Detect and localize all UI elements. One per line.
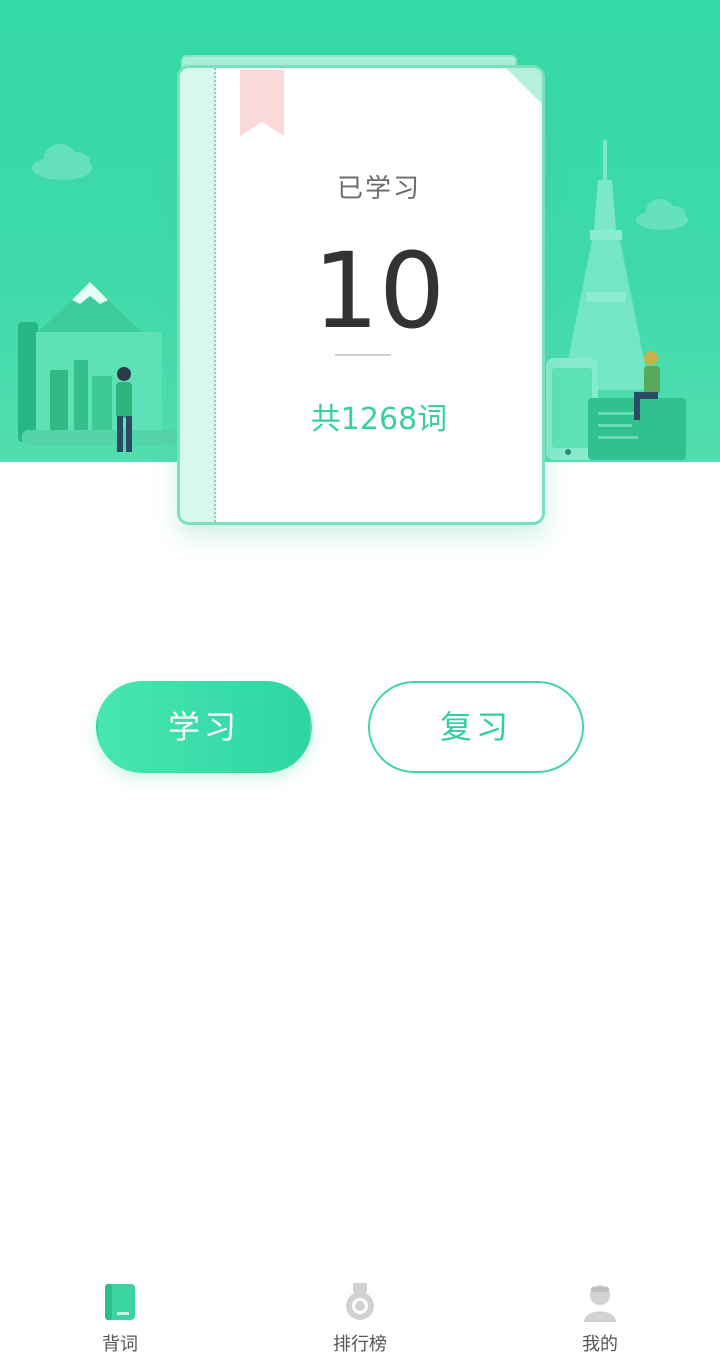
bookmark-icon bbox=[240, 70, 284, 136]
tab-profile-label: 我的 bbox=[582, 1334, 618, 1355]
book-spine bbox=[180, 68, 216, 522]
book-icon bbox=[105, 1284, 135, 1320]
tab-words[interactable]: 背词 bbox=[60, 1278, 180, 1355]
tab-leaderboard-label: 排行榜 bbox=[333, 1334, 387, 1355]
cloud-left bbox=[32, 144, 92, 180]
total-words-count: 共1268词 bbox=[310, 402, 448, 437]
book-body: 已学习 10 共1268词 bbox=[177, 65, 545, 525]
review-button[interactable]: 复习 bbox=[368, 681, 584, 773]
cloud-right bbox=[636, 199, 688, 230]
user-icon bbox=[584, 1285, 616, 1322]
study-button[interactable]: 学习 bbox=[96, 681, 312, 773]
tab-profile[interactable]: 我的 bbox=[540, 1278, 660, 1355]
count-divider bbox=[335, 354, 391, 356]
learned-count: 10 bbox=[312, 230, 446, 352]
bottom-tab-bar: 背词 排行榜 我的 bbox=[0, 1270, 720, 1357]
medal-icon bbox=[346, 1283, 374, 1320]
learned-label: 已学习 bbox=[336, 174, 421, 204]
app-root: 已学习 10 共1268词 学习 复习 背词 排行榜 我的 bbox=[0, 0, 720, 1357]
progress-book-card: 已学习 10 共1268词 bbox=[177, 55, 545, 527]
tab-leaderboard[interactable]: 排行榜 bbox=[300, 1278, 420, 1355]
tab-words-label: 背词 bbox=[102, 1334, 138, 1355]
page-fold-icon bbox=[506, 68, 542, 104]
